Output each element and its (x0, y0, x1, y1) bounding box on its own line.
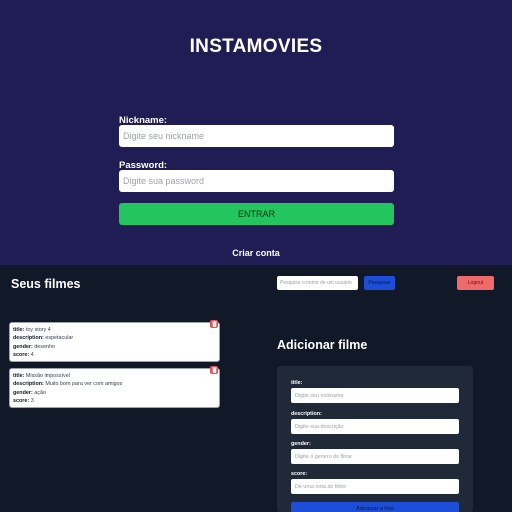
movie-score: score: 3 (13, 397, 219, 405)
title-field-label: title: (13, 327, 25, 333)
user-search-input[interactable] (277, 276, 358, 290)
description-label: description: (291, 411, 322, 417)
movie-card: title: toy story 4 description: espetacu… (9, 320, 220, 362)
page-title: Seus filmes (11, 277, 81, 291)
description-value: Muito bom para ver com amigos (45, 381, 123, 388)
movie-score-input[interactable] (291, 479, 459, 494)
logout-button[interactable]: Logout (457, 276, 494, 290)
movie-description: description: espetacular (13, 334, 219, 342)
movie-gender: gender: ação (13, 389, 219, 397)
description-field-label: description: (13, 335, 44, 342)
trash-icon (211, 321, 217, 327)
gender-field-label: gender: (13, 389, 33, 396)
gender-value: ação (34, 389, 46, 396)
movie-card: title: Missão impossível description: Mu… (9, 366, 220, 408)
app-title: INSTAMOVIES (189, 36, 323, 57)
add-to-list-button[interactable]: Adicionar a lista (291, 502, 459, 512)
title-label: title: (291, 380, 303, 386)
movies-dashboard: Seus filmes Pesquisar Logout title: toy … (0, 265, 512, 512)
add-movie-form: title: description: gender: score: Adici… (277, 366, 473, 512)
gender-field-label: gender: (13, 343, 33, 350)
add-movie-heading: Adicionar filme (277, 338, 368, 352)
movie-description-input[interactable] (291, 419, 459, 434)
nickname-input[interactable] (119, 125, 394, 147)
score-field-label: score: (13, 352, 30, 359)
login-screen: INSTAMOVIES Nickname: Password: ENTRAR C… (0, 0, 512, 265)
enter-button[interactable]: ENTRAR (119, 203, 394, 225)
score-field-label: score: (13, 398, 30, 405)
movie-gender-input[interactable] (291, 449, 459, 464)
movie-gender: gender: desenho (13, 343, 219, 351)
delete-movie-button[interactable] (210, 366, 218, 374)
gender-value: desenho (34, 343, 55, 350)
score-value: 3 (30, 398, 34, 405)
movie-description: description: Muito bom para ver com amig… (13, 380, 219, 388)
movie-title: title: toy story 4 (13, 326, 219, 334)
title-value: Missão impossível (25, 373, 70, 379)
password-input[interactable] (119, 170, 394, 192)
title-value: toy story 4 (25, 327, 51, 333)
search-button[interactable]: Pesquisar (364, 276, 395, 290)
delete-movie-button[interactable] (210, 320, 218, 328)
description-value: espetacular (45, 335, 74, 342)
movie-score: score: 4 (13, 351, 219, 359)
score-value: 4 (30, 352, 34, 359)
trash-icon (211, 367, 217, 373)
score-label: score: (291, 471, 308, 477)
description-field-label: description: (13, 381, 44, 388)
movie-title: title: Missão impossível (13, 372, 219, 380)
create-account-link[interactable]: Criar conta (0, 248, 512, 258)
title-field-label: title: (13, 373, 25, 379)
movie-title-input[interactable] (291, 388, 459, 403)
gender-label: gender: (291, 441, 311, 447)
